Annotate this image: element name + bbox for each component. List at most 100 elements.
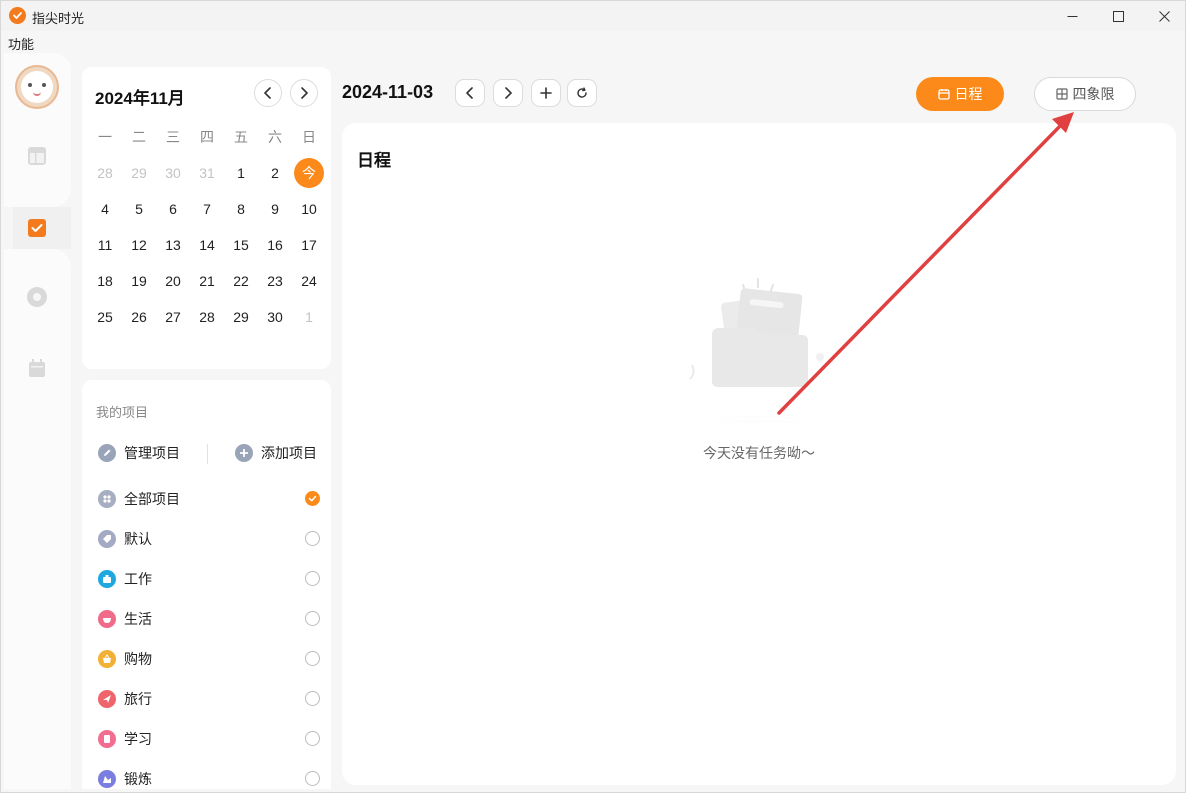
calendar-prev-month-button[interactable] <box>254 79 282 107</box>
calendar-day-number: 14 <box>199 237 215 253</box>
calendar-day-today[interactable]: 今 <box>292 155 326 191</box>
calendar-day[interactable]: 5 <box>122 191 156 227</box>
project-item-label: 购物 <box>124 651 152 667</box>
calendar-day-number: 4 <box>101 201 109 217</box>
project-item-label: 生活 <box>124 611 152 627</box>
calendar-month-title: 2024年11月 <box>95 89 185 108</box>
project-item-label: 锻炼 <box>124 771 152 787</box>
calendar-day[interactable]: 27 <box>156 299 190 335</box>
calendar-day[interactable]: 16 <box>258 227 292 263</box>
calendar-day[interactable]: 31 <box>190 155 224 191</box>
calendar-day[interactable]: 1 <box>224 155 258 191</box>
calendar-day-number: 11 <box>97 237 113 253</box>
calendar-day[interactable]: 30 <box>258 299 292 335</box>
project-item-label: 默认 <box>124 531 152 547</box>
close-button[interactable] <box>1141 1 1186 31</box>
nav-calendar-button[interactable] <box>26 357 48 379</box>
close-icon <box>1158 10 1170 22</box>
calendar-day[interactable]: 12 <box>122 227 156 263</box>
radio-circle-icon[interactable] <box>305 531 320 546</box>
calendar-next-month-button[interactable] <box>290 79 318 107</box>
add-project-button[interactable]: 添加项目 <box>235 443 317 463</box>
project-item[interactable]: 全部项目 <box>98 489 320 509</box>
radio-circle-icon[interactable] <box>305 611 320 626</box>
empty-folder-icon <box>650 273 866 465</box>
radio-circle-icon[interactable] <box>305 691 320 706</box>
project-item[interactable]: 工作 <box>98 569 320 589</box>
calendar-day[interactable]: 21 <box>190 263 224 299</box>
calendar-day[interactable]: 19 <box>122 263 156 299</box>
schedule-view-button[interactable]: 日程 <box>916 77 1004 111</box>
calendar-day[interactable]: 2 <box>258 155 292 191</box>
calendar-day[interactable]: 4 <box>88 191 122 227</box>
calendar-day[interactable]: 17 <box>292 227 326 263</box>
calendar-day[interactable]: 20 <box>156 263 190 299</box>
avatar[interactable] <box>15 65 59 109</box>
app-window: 指尖时光 功能 2024年11月 一 二 三 四 五 六 日 28 29 30 … <box>0 0 1186 793</box>
project-item[interactable]: 旅行 <box>98 689 320 709</box>
project-item-label: 旅行 <box>124 691 152 707</box>
calendar-day[interactable]: 8 <box>224 191 258 227</box>
weekday-label: 二 <box>132 129 146 145</box>
minimize-button[interactable] <box>1049 1 1095 31</box>
radio-circle-icon[interactable] <box>305 771 320 786</box>
manage-projects-button[interactable]: 管理项目 <box>98 443 180 463</box>
calendar-day-number: 12 <box>131 237 147 253</box>
project-item[interactable]: 锻炼 <box>98 769 320 789</box>
manage-projects-label: 管理项目 <box>124 445 180 461</box>
nav-focus-button[interactable] <box>26 286 48 308</box>
project-item[interactable]: 购物 <box>98 649 320 669</box>
current-date: 2024-11-03 <box>342 82 434 102</box>
calendar-day[interactable]: 14 <box>190 227 224 263</box>
refresh-button[interactable] <box>567 79 597 107</box>
tag-icon <box>98 530 116 548</box>
calendar-day-number: 6 <box>169 201 177 217</box>
next-day-button[interactable] <box>493 79 523 107</box>
focus-circle-icon <box>27 287 47 307</box>
project-item[interactable]: 默认 <box>98 529 320 549</box>
calendar-week-row: 28 29 30 31 1 2 今 <box>88 155 328 191</box>
calendar-day[interactable]: 7 <box>190 191 224 227</box>
calendar-day[interactable]: 11 <box>88 227 122 263</box>
project-item[interactable]: 学习 <box>98 729 320 749</box>
maximize-button[interactable] <box>1095 1 1141 31</box>
calendar-day[interactable]: 18 <box>88 263 122 299</box>
add-task-button[interactable] <box>531 79 561 107</box>
checked-circle-icon[interactable] <box>305 491 320 506</box>
weekday-label: 六 <box>268 129 282 145</box>
weekday-label: 日 <box>302 129 316 145</box>
calendar-day[interactable]: 28 <box>190 299 224 335</box>
calendar-day[interactable]: 24 <box>292 263 326 299</box>
calendar-day[interactable]: 6 <box>156 191 190 227</box>
nav-layout-button[interactable] <box>26 145 48 167</box>
calendar-day[interactable]: 30 <box>156 155 190 191</box>
radio-circle-icon[interactable] <box>305 731 320 746</box>
prev-day-button[interactable] <box>455 79 485 107</box>
minimize-icon <box>1067 15 1077 17</box>
calendar-day[interactable]: 13 <box>156 227 190 263</box>
calendar-day[interactable]: 25 <box>88 299 122 335</box>
calendar-day-number: 31 <box>199 165 215 181</box>
add-project-label: 添加项目 <box>261 445 317 461</box>
menu-item-function[interactable]: 功能 <box>8 34 34 53</box>
calendar-day-number: 23 <box>267 273 283 289</box>
basket-icon <box>98 650 116 668</box>
calendar-day[interactable]: 23 <box>258 263 292 299</box>
quadrant-view-button[interactable]: 四象限 <box>1034 77 1136 111</box>
calendar-day[interactable]: 15 <box>224 227 258 263</box>
calendar-day[interactable]: 29 <box>224 299 258 335</box>
panel-title: 日程 <box>357 151 391 170</box>
calendar-day[interactable]: 1 <box>292 299 326 335</box>
calendar-day-number: 16 <box>267 237 283 253</box>
calendar-day[interactable]: 29 <box>122 155 156 191</box>
calendar-day[interactable]: 9 <box>258 191 292 227</box>
project-item[interactable]: 生活 <box>98 609 320 629</box>
grid-dots-icon <box>98 490 116 508</box>
calendar-day[interactable]: 10 <box>292 191 326 227</box>
calendar-day[interactable]: 26 <box>122 299 156 335</box>
radio-circle-icon[interactable] <box>305 651 320 666</box>
nav-tasks-button[interactable] <box>26 217 48 239</box>
radio-circle-icon[interactable] <box>305 571 320 586</box>
calendar-day[interactable]: 22 <box>224 263 258 299</box>
calendar-day[interactable]: 28 <box>88 155 122 191</box>
